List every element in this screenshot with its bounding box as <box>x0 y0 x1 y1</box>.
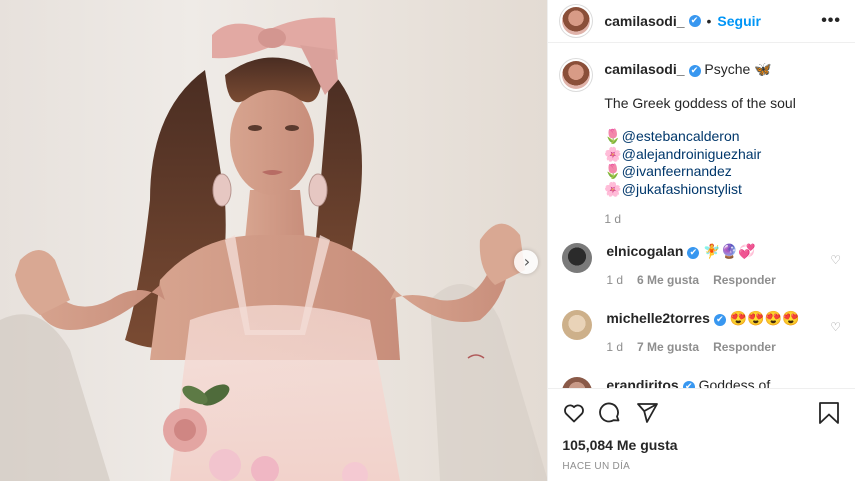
comment-text: 🧚🔮💞 <box>703 243 756 259</box>
mention-line: 🌸@alejandroiniguezhair <box>604 146 795 163</box>
caption-author-avatar[interactable] <box>562 61 591 89</box>
caption-text: The Greek goddess of the soul <box>604 94 796 111</box>
caption-age[interactable]: 1 d <box>604 211 795 228</box>
comment-body: erandiritos ✔ Goddess of <box>606 377 770 388</box>
more-options-icon[interactable]: ••• <box>821 12 841 30</box>
comment-row: elnicogalan ✔ 🧚🔮💞 1 d6 Me gusta Responder … <box>562 243 841 288</box>
share-icon[interactable] <box>635 401 659 425</box>
verified-badge-icon: ✔ <box>713 314 726 326</box>
comment-text: 😍😍😍😍 <box>729 310 800 326</box>
mention-line: 🌷@ivanfeernandez <box>604 163 795 180</box>
comment-age[interactable]: 1 d <box>606 340 623 354</box>
chevron-right-icon: › <box>523 252 531 271</box>
bookmark-icon[interactable] <box>818 401 840 425</box>
comment-icon[interactable] <box>598 401 622 425</box>
follow-button[interactable]: Seguir <box>717 13 761 29</box>
heart-icon[interactable] <box>562 401 586 425</box>
post-header: camilasodi_ ✔ • Seguir ••• <box>548 0 855 43</box>
likes-count[interactable]: 105,084 Me gusta <box>562 437 677 453</box>
heart-icon[interactable]: ♡ <box>830 253 841 267</box>
commenter-avatar[interactable] <box>562 310 593 340</box>
post-photo[interactable]: › <box>0 0 548 481</box>
blossom-emoji: 🌸 <box>604 180 622 197</box>
comments-list[interactable]: camilasodi_ ✔ Psyche 🦋 The Greek goddess … <box>548 43 855 388</box>
mention-line: 🌷@estebancalderon <box>604 128 795 145</box>
verified-badge-icon: ✔ <box>687 247 700 259</box>
verified-badge-icon: ✔ <box>688 65 701 77</box>
separator-dot: • <box>706 13 712 29</box>
commenter-avatar[interactable] <box>562 377 593 388</box>
heart-icon[interactable]: ♡ <box>830 320 841 334</box>
author-username[interactable]: camilasodi_ <box>604 13 684 29</box>
comment-row: michelle2torres ✔ 😍😍😍😍 1 d 7 Me gusta Respo… <box>562 310 841 355</box>
caption-title: Psyche 🦋 <box>704 61 772 77</box>
blossom-emoji: 🌸 <box>604 145 622 162</box>
comment-age[interactable]: 1 d <box>606 273 623 287</box>
tulip-emoji: 🌷 <box>604 128 622 144</box>
post-photo-illustration <box>0 17 548 481</box>
mention-link[interactable]: @estebancalderon <box>622 128 740 144</box>
caption-author-username[interactable]: camilasodi_ <box>604 61 684 77</box>
mention-link[interactable]: @jukafashionstylist <box>622 181 742 197</box>
verified-badge-icon: ✔ <box>688 15 701 27</box>
commenter-username[interactable]: erandiritos <box>606 377 678 388</box>
comment-meta: 1 d 6 Me gusta Responder <box>606 272 775 289</box>
action-bar <box>548 388 855 437</box>
next-image-button[interactable]: › <box>514 250 538 274</box>
post-side-panel: camilasodi_ ✔ • Seguir ••• camilasodi_ ✔ … <box>547 0 855 481</box>
reply-button[interactable]: Responder <box>713 340 776 354</box>
mention-link[interactable]: @ivanfeernandez <box>622 163 732 179</box>
commenter-avatar[interactable] <box>562 243 593 273</box>
tulip-emoji: 🌷 <box>604 163 622 179</box>
verified-badge-icon: ✔ <box>682 381 695 388</box>
commenter-username[interactable]: elnicogalan <box>606 243 683 259</box>
instagram-post-view: › camilasodi_ ✔ • Seguir ••• camilasodi_… <box>0 0 855 481</box>
comment-row: erandiritos ✔ Goddess of <box>562 377 841 388</box>
caption-body: camilasodi_ ✔ Psyche 🦋 The Greek goddess … <box>604 61 795 228</box>
mention-line: 🌸@jukafashionstylist <box>604 181 795 198</box>
comment-meta: 1 d 7 Me gusta Responder <box>606 339 799 356</box>
commenter-username[interactable]: michelle2torres <box>606 310 710 326</box>
author-avatar[interactable] <box>562 7 591 35</box>
reply-button[interactable]: Responder <box>713 273 776 287</box>
mention-link[interactable]: @alejandroiniguezhair <box>622 146 762 162</box>
comment-body: michelle2torres ✔ 😍😍😍😍 1 d 7 Me gusta Respo… <box>606 310 799 355</box>
caption-row: camilasodi_ ✔ Psyche 🦋 The Greek goddess … <box>562 61 841 228</box>
comment-likes[interactable]: 7 Me gusta <box>637 340 699 354</box>
post-timestamp[interactable]: HACE UN DÍA <box>562 461 630 472</box>
comment-body: elnicogalan ✔ 🧚🔮💞 1 d 6 Me gusta Responder <box>606 243 775 288</box>
comment-likes[interactable]: 6 Me gusta <box>637 273 699 287</box>
comment-text: Goddess of <box>698 377 771 388</box>
